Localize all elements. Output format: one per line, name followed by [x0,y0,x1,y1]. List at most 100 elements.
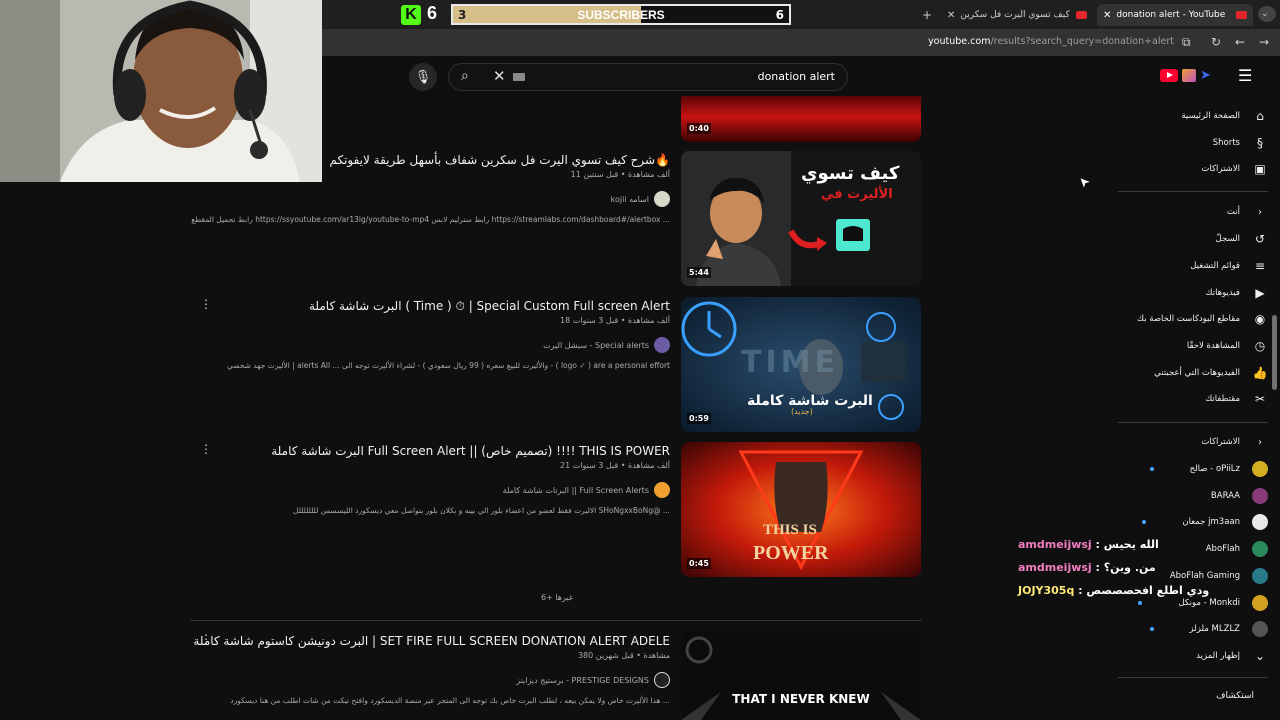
thumbnail-art [681,632,921,720]
channel-avatar[interactable] [654,191,670,207]
sidebar-item-clips[interactable]: مقتطفاتك ✂ [1205,386,1268,412]
video-meta: 380 مشاهدة • قبل شهرين [577,651,670,660]
guide-menu-icon[interactable]: ☰ [1238,66,1252,85]
video-title[interactable]: البرت شاشة كاملة Full Screen Alert || (ت… [271,444,670,458]
youtube-logo-icon[interactable] [1160,69,1178,82]
video-thumbnail[interactable]: كيف تسوي الأليرت في 5:44 [681,151,921,286]
video-duration: 0:59 [687,413,711,424]
sidebar-item-watch-later[interactable]: المشاهدة لاحقًا ◷ [1187,333,1268,359]
section-title-explore: استكشاف [1216,691,1254,701]
video-description: هذا الأليرت خاص ولا يمكن بيعه ، لطلب الب… [230,696,670,705]
video-thumbnail[interactable]: THIS IS POWER 0:45 [681,442,921,577]
sidebar-header-subscriptions[interactable]: الاشتراكات › [1201,429,1268,455]
channel-link[interactable]: البرتات شاشة كاملة || Full Screen Alerts [503,482,670,498]
sidebar-item-your-videos[interactable]: فيديوهاتك ▶ [1206,280,1268,306]
video-meta: 21 ألف مشاهدة • قبل 3 سنوات [560,461,670,470]
more-results-link[interactable]: 6+ غيرها [541,593,573,602]
subscription-item[interactable]: ملزلز MLZLZ [1149,616,1268,642]
sidebar-scrollbar[interactable] [1272,315,1277,390]
chat-text: ودي اطلع افحصصصص [1086,584,1210,597]
video-title[interactable]: شرح كيف تسوي اليرت فل سكرين شفاف بأسهل ط… [329,153,670,167]
sidebar-item-history[interactable]: السجلّ ↺ [1216,226,1268,252]
channel-avatar[interactable] [654,482,670,498]
sidebar-item-liked[interactable]: الفيديوهات التي أعجبتني 👍 [1154,360,1268,386]
sidebar-item-playlists[interactable]: قوائم التشغيل ≡ [1190,253,1268,279]
sidebar-item-label: Shorts [1212,138,1240,148]
chevron-down-icon: ⌄ [1254,649,1266,663]
forward-icon[interactable]: → [1259,35,1269,49]
chat-message: من. وين؟ : amdmeijwsj [1018,561,1156,574]
search-icon[interactable]: ⌕ [461,68,469,84]
tab-youtube-search[interactable]: ✕ donation alert - YouTube [1097,4,1253,26]
channel-link[interactable]: برستيج ديزاينز - PRESTIGE DESIGNS [516,672,670,688]
tab-list-button[interactable]: ⌄ [1258,6,1276,22]
close-icon[interactable]: ✕ [1103,10,1111,21]
reload-icon[interactable]: ↻ [1211,35,1221,49]
video-title[interactable]: البرت دونيشن كاستوم شاشة كاملة | SET FIR… [193,634,670,648]
back-icon[interactable]: ← [1235,35,1245,49]
chevron-right-icon: › [1258,206,1262,218]
video-thumbnail[interactable]: THAT I NEVER KNEW [681,632,921,720]
keyboard-icon[interactable] [513,73,525,81]
sidebar-item-home[interactable]: الصفحة الرئيسية ⌂ [1181,103,1268,129]
goal-label: SUBSCRIBERS [577,8,665,22]
divider [190,620,922,621]
divider [1118,422,1268,423]
youtube-favicon-icon [1076,11,1087,19]
chat-message: الله يحيس : amdmeijwsj [1018,538,1159,551]
clear-search-icon[interactable]: ✕ [493,67,506,85]
url-field[interactable]: youtube.com/results?search_query=donatio… [928,36,1174,47]
show-more-button[interactable]: إظهار المزيد ⌄ [1196,643,1268,669]
more-actions-icon[interactable]: ⋮ [200,297,212,311]
close-icon[interactable]: ✕ [947,10,955,21]
more-actions-icon[interactable]: ⋮ [200,442,212,456]
streamer-image [0,0,322,182]
channel-link[interactable]: kojii اسامه [611,191,670,207]
thumbnail-tag-text: (جديد) [791,407,813,416]
extension-icon[interactable] [1182,69,1196,82]
video-title[interactable]: البرت شاشة كاملة ( Time ) ⏱ | Special Cu… [309,299,670,314]
chevron-right-icon: › [1258,436,1262,448]
install-app-icon[interactable]: ⧉ [1182,35,1191,50]
follower-count: 6 [427,3,438,23]
subscription-item[interactable]: صالح - oPiiLz [1149,456,1268,482]
header-icons: ➤ [1160,68,1211,83]
telegram-icon[interactable]: ➤ [1200,68,1211,83]
webcam-overlay [0,0,322,182]
video-thumbnail[interactable]: TIME البرت شاشة كاملة (جديد) 0:59 [681,297,921,432]
sidebar-header-you[interactable]: أنت › [1227,199,1268,225]
goal-target: 6 [775,8,784,22]
video-description: رابط تحميل المقطع https://ssyoutube.com/… [191,215,670,224]
your-videos-icon: ▶ [1255,286,1265,300]
new-tab-button[interactable]: + [916,4,936,26]
search-input[interactable]: ⌕ ✕ donation alert [448,63,848,91]
sidebar-item-podcasts[interactable]: مقاطع البودكاست الخاصة بك ◉ [1137,306,1268,332]
channel-avatar [1252,541,1268,557]
channel-link[interactable]: سبشل اليرت - Special alerts [543,337,670,353]
goal-progress-bar: 3 SUBSCRIBERS 6 [451,4,791,25]
subscriber-goal-widget: K 6 3 SUBSCRIBERS 6 [400,2,792,27]
thumbnail-title-text: كيف تسوي [801,163,900,184]
home-icon: ⌂ [1256,109,1264,123]
chat-username: JOJY305q [1018,584,1075,597]
video-result[interactable]: ⋮ TIME البرت شاشة كاملة (جديد) 0:59 البر… [190,297,922,437]
search-query: donation alert [757,70,835,83]
channel-avatar[interactable] [654,337,670,353]
channel-avatar [1252,514,1268,530]
video-result[interactable]: ⋮ THIS IS POWER 0:45 البرت شاشة كاملة Fu… [190,442,922,582]
video-result[interactable]: ⋮ THAT I NEVER KNEW البرت دونيشن كاستوم … [190,632,922,720]
channel-avatar[interactable] [654,672,670,688]
subscription-name: ملزلز MLZLZ [1189,624,1241,634]
voice-search-button[interactable]: 🎙 [409,63,437,91]
tab-video[interactable]: ✕ شرح كيف تسوي اليرت فل سكرين... [941,4,1093,26]
chat-username: amdmeijwsj [1018,561,1092,574]
sidebar-item-shorts[interactable]: Shorts § [1213,130,1268,156]
channel-name: البرتات شاشة كاملة || Full Screen Alerts [502,485,649,495]
video-thumbnail[interactable]: 0:40 [681,96,921,142]
sidebar-item-subscriptions[interactable]: الاشتراكات ▣ [1201,156,1268,182]
video-description: الاليرت فقط لعضو من اعضاء بلور الي بيبه … [293,506,670,515]
subscription-item[interactable]: جمعان jm3aan [1142,509,1268,535]
section-title: أنت [1226,207,1240,217]
microphone-icon: 🎙 [414,69,432,85]
subscription-item[interactable]: BARAA [1211,483,1268,509]
